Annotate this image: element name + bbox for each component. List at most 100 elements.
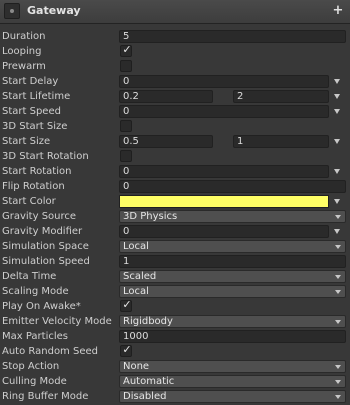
row-start-lifetime: Start Lifetime 0.2 2: [0, 90, 350, 105]
culling-mode-dropdown[interactable]: Automatic: [119, 375, 346, 388]
plus-icon[interactable]: +: [331, 4, 345, 18]
simulation-speed-label: Simulation Speed: [2, 256, 90, 267]
3d-start-rotation-label: 3D Start Rotation: [2, 151, 89, 162]
row-start-color: Start Color: [0, 195, 350, 210]
ring-buffer-mode-value: Disabled: [123, 391, 167, 402]
scaling-mode-label: Scaling Mode: [2, 286, 69, 297]
row-gravity-source: Gravity Source 3D Physics: [0, 210, 350, 225]
stop-action-value: None: [123, 361, 150, 372]
row-start-rotation: Start Rotation 0: [0, 165, 350, 180]
row-stop-action: Stop Action None: [0, 360, 350, 375]
gravity-modifier-field[interactable]: 0: [119, 225, 329, 238]
emitter-velocity-mode-label: Emitter Velocity Mode: [2, 316, 112, 327]
row-3d-start-size: 3D Start Size: [0, 120, 350, 135]
row-auto-random-seed: Auto Random Seed ✓: [0, 343, 350, 360]
row-play-on-awake: Play On Awake* ✓: [0, 298, 350, 315]
check-icon: ✓: [122, 343, 132, 356]
color-mode-dropdown-icon[interactable]: [334, 199, 340, 204]
auto-random-seed-checkbox[interactable]: ✓: [120, 343, 132, 357]
curve-mode-dropdown-icon[interactable]: [334, 229, 340, 234]
component-title: Gateway: [27, 4, 81, 17]
row-ring-buffer-mode: Ring Buffer Mode Disabled: [0, 390, 350, 405]
play-on-awake-label: Play On Awake*: [2, 301, 81, 312]
looping-checkbox[interactable]: ✓: [120, 43, 132, 57]
row-looping: Looping ✓: [0, 43, 350, 60]
scaling-mode-dropdown[interactable]: Local: [119, 285, 346, 298]
curve-mode-dropdown-icon[interactable]: [334, 94, 340, 99]
start-size-label: Start Size: [2, 136, 51, 147]
row-simulation-speed: Simulation Speed 1: [0, 255, 350, 270]
row-3d-start-rotation: 3D Start Rotation: [0, 150, 350, 165]
start-lifetime-min-field[interactable]: 0.2: [119, 90, 213, 103]
emitter-velocity-mode-dropdown[interactable]: Rigidbody: [119, 315, 346, 328]
flip-rotation-field[interactable]: 0: [119, 180, 346, 193]
duration-label: Duration: [2, 31, 46, 42]
looping-label: Looping: [2, 46, 42, 57]
scaling-mode-value: Local: [123, 286, 149, 297]
duration-field[interactable]: 5: [119, 30, 346, 43]
start-size-max-field[interactable]: 1: [233, 135, 329, 148]
3d-start-rotation-checkbox[interactable]: [120, 150, 132, 162]
row-gravity-modifier: Gravity Modifier 0: [0, 225, 350, 240]
curve-mode-dropdown-icon[interactable]: [334, 109, 340, 114]
start-delay-label: Start Delay: [2, 76, 59, 87]
emitter-velocity-mode-value: Rigidbody: [123, 316, 173, 327]
prewarm-label: Prewarm: [2, 61, 46, 72]
start-size-min-field[interactable]: 0.5: [119, 135, 213, 148]
start-lifetime-label: Start Lifetime: [2, 91, 71, 102]
flip-rotation-label: Flip Rotation: [2, 181, 65, 192]
prewarm-checkbox[interactable]: [120, 60, 132, 72]
delta-time-value: Scaled: [123, 271, 157, 282]
particle-system-inspector: Gateway + Duration 5 Looping ✓ Prewarm S…: [0, 0, 350, 405]
start-color-label: Start Color: [2, 196, 56, 207]
row-scaling-mode: Scaling Mode Local: [0, 285, 350, 300]
ring-buffer-mode-dropdown[interactable]: Disabled: [119, 390, 346, 403]
chevron-down-icon: [335, 320, 341, 324]
chevron-down-icon: [335, 365, 341, 369]
stop-action-dropdown[interactable]: None: [119, 360, 346, 373]
gravity-modifier-label: Gravity Modifier: [2, 226, 83, 237]
delta-time-dropdown[interactable]: Scaled: [119, 270, 346, 283]
chevron-down-icon: [335, 395, 341, 399]
curve-mode-dropdown-icon[interactable]: [334, 169, 340, 174]
3d-start-size-label: 3D Start Size: [2, 121, 68, 132]
chevron-down-icon: [335, 290, 341, 294]
chevron-down-icon: [335, 275, 341, 279]
gravity-source-value: 3D Physics: [123, 211, 178, 222]
row-culling-mode: Culling Mode Automatic: [0, 375, 350, 390]
simulation-speed-field[interactable]: 1: [119, 255, 346, 268]
row-flip-rotation: Flip Rotation 0: [0, 180, 350, 195]
start-speed-field[interactable]: 0: [119, 105, 329, 118]
row-prewarm: Prewarm: [0, 60, 350, 75]
auto-random-seed-label: Auto Random Seed: [2, 346, 98, 357]
stop-action-label: Stop Action: [2, 361, 60, 372]
curve-mode-dropdown-icon[interactable]: [334, 79, 340, 84]
max-particles-label: Max Particles: [2, 331, 69, 342]
simulation-space-label: Simulation Space: [2, 241, 89, 252]
start-delay-field[interactable]: 0: [119, 75, 329, 88]
curve-mode-dropdown-icon[interactable]: [334, 139, 340, 144]
simulation-space-dropdown[interactable]: Local: [119, 240, 346, 253]
start-rotation-field[interactable]: 0: [119, 165, 329, 178]
start-speed-label: Start Speed: [2, 106, 61, 117]
start-color-swatch[interactable]: [119, 195, 329, 208]
row-start-speed: Start Speed 0: [0, 105, 350, 120]
row-duration: Duration 5: [0, 30, 350, 45]
3d-start-size-checkbox[interactable]: [120, 120, 132, 132]
check-icon: ✓: [122, 43, 132, 56]
play-on-awake-checkbox[interactable]: ✓: [120, 298, 132, 312]
row-emitter-velocity-mode: Emitter Velocity Mode Rigidbody: [0, 315, 350, 330]
chevron-down-icon: [335, 380, 341, 384]
culling-mode-label: Culling Mode: [2, 376, 67, 387]
component-header[interactable]: Gateway +: [0, 0, 350, 24]
start-lifetime-max-field[interactable]: 2: [233, 90, 329, 103]
gravity-source-label: Gravity Source: [2, 211, 77, 222]
row-start-size: Start Size 0.5 1: [0, 135, 350, 150]
culling-mode-value: Automatic: [123, 376, 175, 387]
particle-system-icon: [4, 3, 20, 19]
delta-time-label: Delta Time: [2, 271, 57, 282]
row-delta-time: Delta Time Scaled: [0, 270, 350, 285]
max-particles-field[interactable]: 1000: [119, 330, 346, 343]
simulation-space-value: Local: [123, 241, 149, 252]
gravity-source-dropdown[interactable]: 3D Physics: [119, 210, 346, 223]
